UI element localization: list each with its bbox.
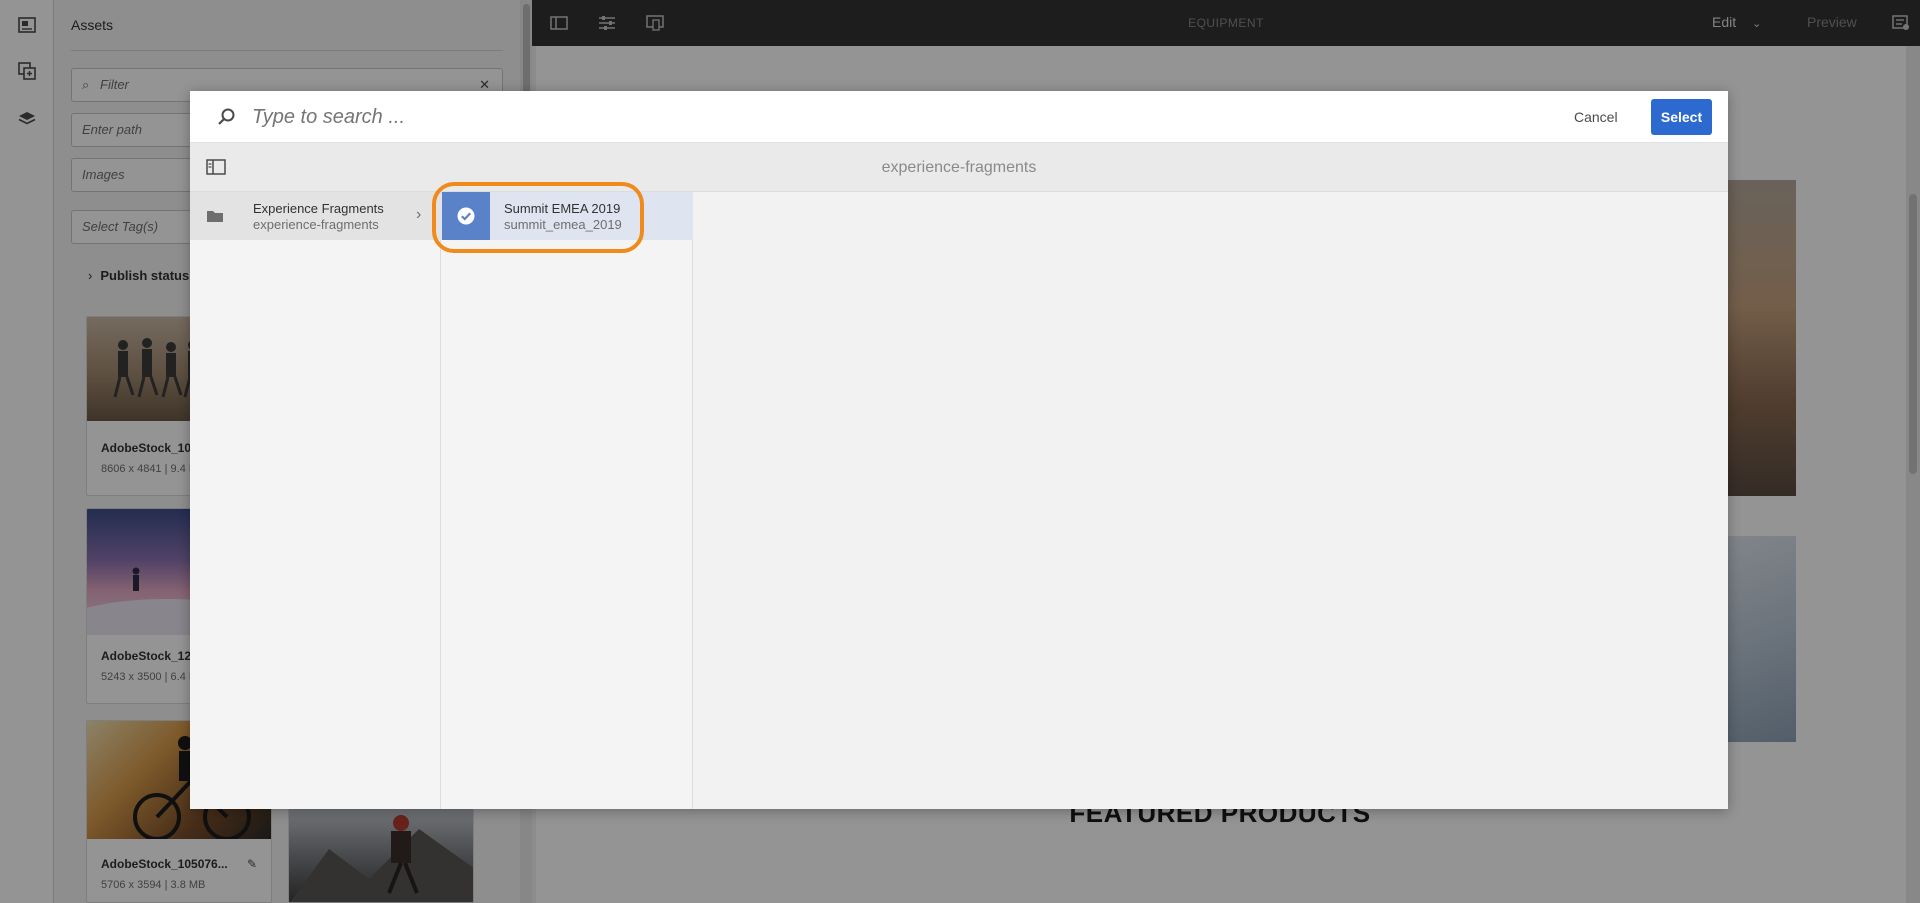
search-icon — [218, 108, 235, 125]
selected-check-icon[interactable] — [442, 192, 490, 240]
column-item-experience-fragments[interactable]: Experience Fragments experience-fragment… — [190, 192, 441, 240]
column-view-column: Summit EMEA 2019 summit_emea_2019 — [441, 192, 693, 809]
column-item-title: Experience Fragments — [253, 201, 384, 216]
cancel-button[interactable]: Cancel — [1574, 103, 1618, 131]
chevron-right-icon: › — [416, 206, 422, 223]
column-view-preview-area — [693, 192, 1728, 809]
select-button[interactable]: Select — [1651, 99, 1712, 135]
dialog-header: Cancel Select — [190, 91, 1728, 143]
column-item-summit-emea-2019[interactable]: Summit EMEA 2019 summit_emea_2019 — [441, 192, 693, 240]
column-item-subtitle: experience-fragments — [253, 217, 379, 232]
dialog-search-input[interactable] — [252, 102, 1152, 132]
column-item-title: Summit EMEA 2019 — [504, 201, 621, 216]
column-view-column: Experience Fragments experience-fragment… — [190, 192, 441, 809]
select-path-dialog: Cancel Select experience-fragments Exper… — [190, 91, 1728, 809]
column-item-subtitle: summit_emea_2019 — [504, 217, 622, 232]
folder-icon — [207, 211, 223, 222]
dialog-breadcrumb-bar: experience-fragments — [190, 143, 1728, 192]
current-path-label: experience-fragments — [881, 159, 1037, 176]
